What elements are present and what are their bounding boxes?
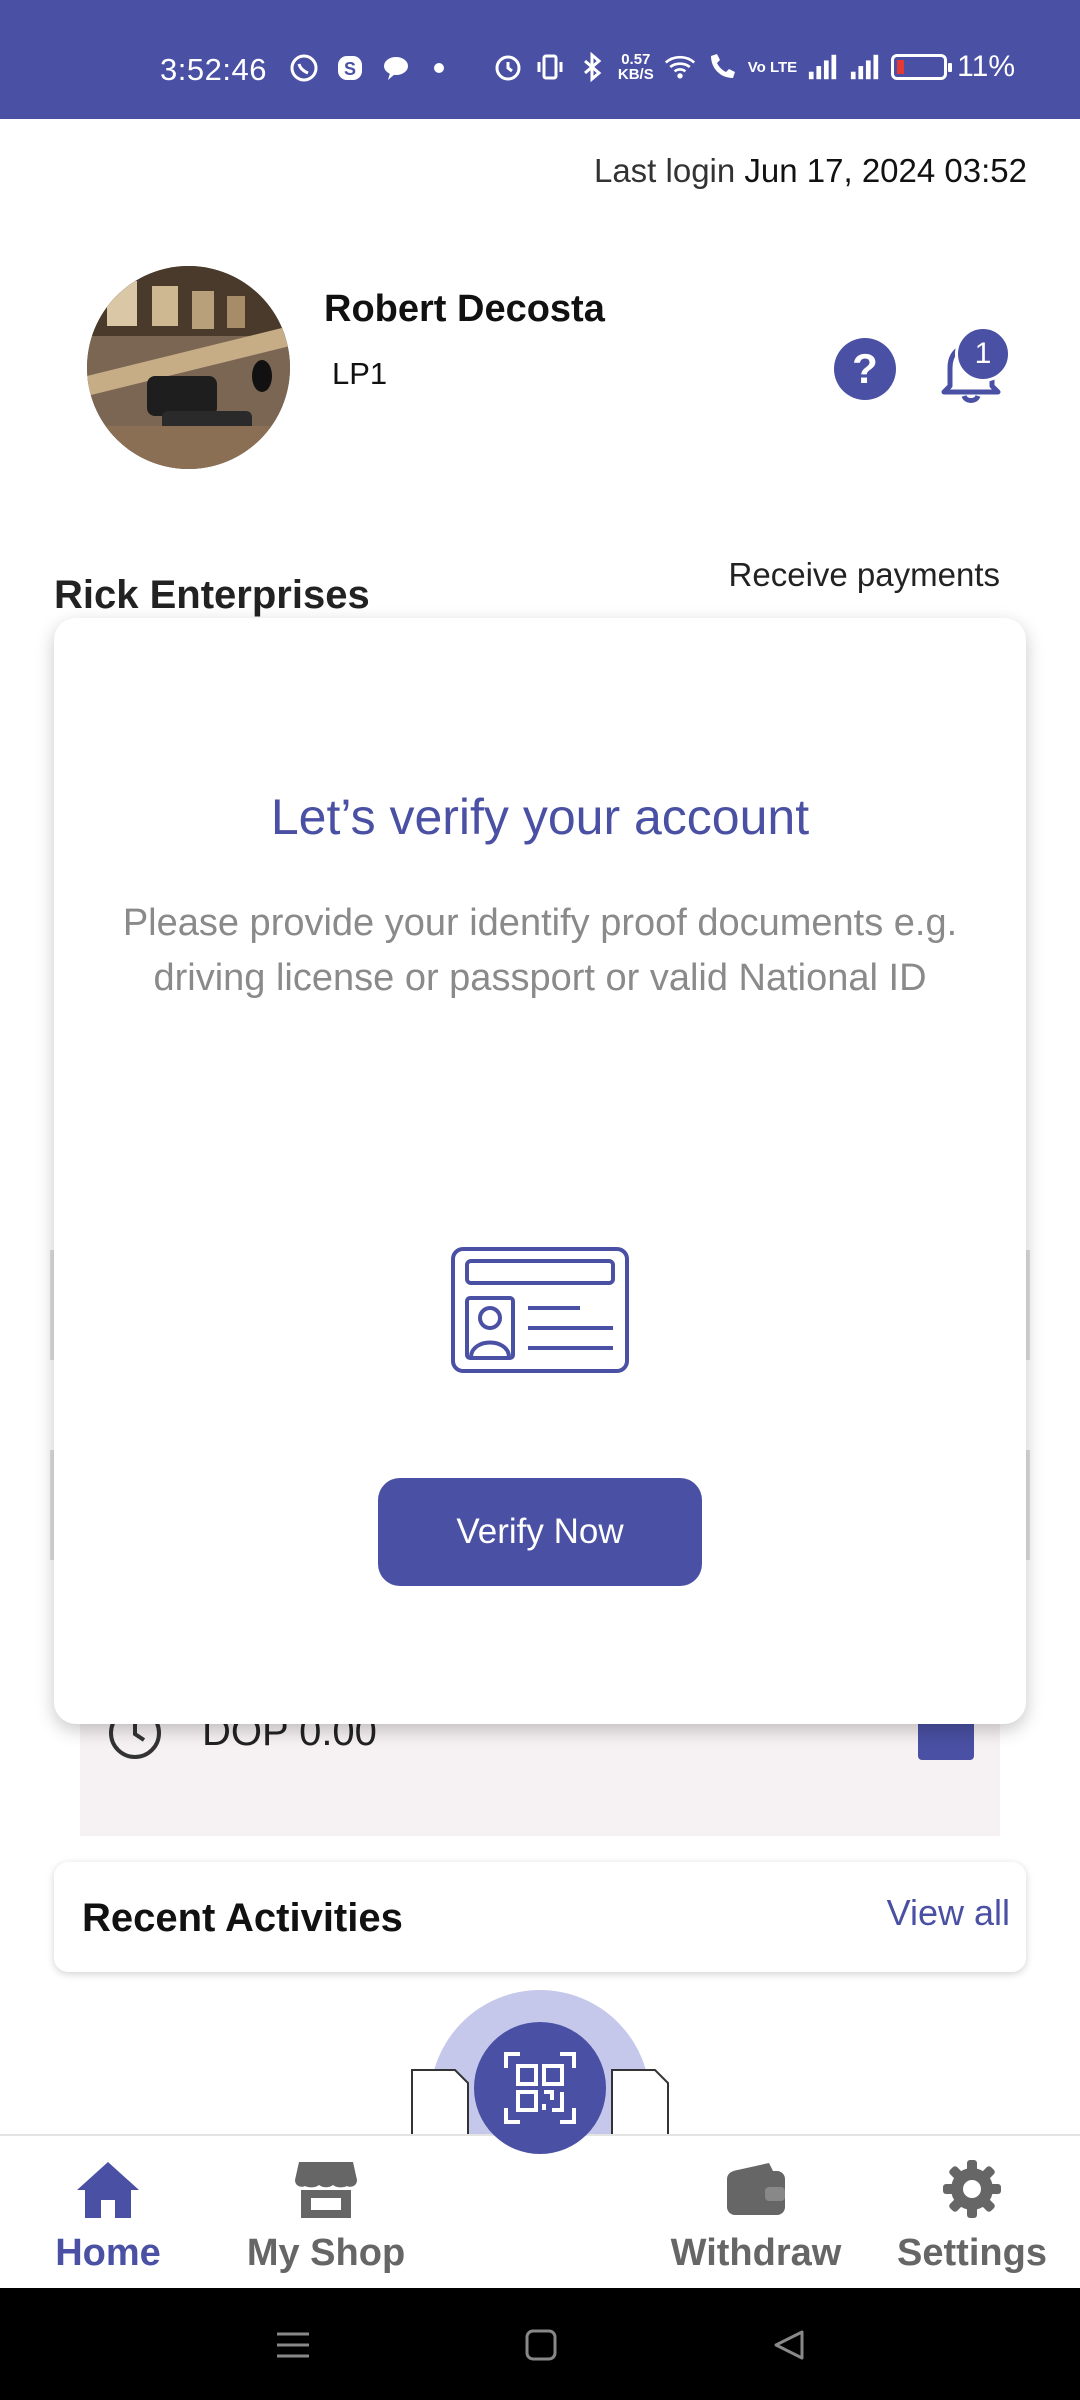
last-login-label: Last login [593, 152, 736, 189]
nav-my-shop-label: My Shop [246, 2232, 406, 2274]
view-all-link[interactable]: View all [887, 1892, 1010, 1934]
home-system-button[interactable] [516, 2320, 566, 2370]
nav-my-shop[interactable]: My Shop [226, 2136, 426, 2290]
recent-activities-card: Recent Activities View all [54, 1862, 1026, 1972]
wallet-icon [721, 2156, 791, 2222]
id-card-icon [450, 1246, 630, 1374]
more-notifications-dot [434, 63, 444, 73]
receive-payments-label[interactable]: Receive payments [729, 556, 1000, 594]
back-button[interactable] [764, 2320, 814, 2370]
verify-now-button[interactable]: Verify Now [378, 1478, 702, 1586]
last-login: Last login Jun 17, 2024 03:52 [594, 152, 1027, 190]
status-system-icons: 0.57 KB/S Vo LTE 11% [492, 50, 1015, 84]
background-card-edge [1026, 1250, 1030, 1360]
bottom-navigation: Home My Shop Withdraw Settings [0, 2134, 1080, 2288]
modal-title: Let’s verify your account [270, 789, 810, 845]
chat-icon [380, 52, 412, 84]
verify-account-modal: Let’s verify your account Please provide… [54, 618, 1026, 1724]
recent-activities-title: Recent Activities [82, 1896, 403, 1940]
user-name: Robert Decosta [324, 288, 605, 330]
status-time: 3:52:46 [160, 52, 267, 87]
battery-level-fill [897, 60, 905, 74]
volte-label: Vo LTE [747, 58, 798, 76]
svg-text:S: S [344, 59, 356, 79]
help-button[interactable]: ? [834, 338, 896, 400]
user-code: LP1 [332, 356, 388, 391]
business-name: Rick Enterprises [54, 573, 370, 617]
vibrate-icon [534, 51, 566, 83]
nav-withdraw[interactable]: Withdraw [656, 2136, 856, 2290]
help-icon: ? [852, 345, 878, 392]
modal-description: Please provide your identify proof docum… [122, 902, 958, 999]
nav-settings-label: Settings [897, 2232, 1047, 2274]
battery-percent: 11% [957, 50, 1015, 83]
signal-icon-2 [849, 51, 881, 83]
bluetooth-icon [576, 51, 608, 83]
qr-code-icon [504, 2052, 576, 2124]
system-navigation-bar [0, 2288, 1080, 2400]
background-card-edge [1026, 1450, 1030, 1560]
wifi-calling-icon [706, 51, 738, 83]
network-speed-unit: KB/S [617, 66, 654, 83]
whatsapp-icon [288, 52, 320, 84]
gear-icon [937, 2156, 1007, 2222]
wifi-icon [664, 51, 696, 83]
battery-icon [891, 54, 953, 80]
avatar[interactable] [87, 266, 290, 469]
home-icon [73, 2156, 143, 2222]
signal-icon [807, 51, 839, 83]
scan-qr-button[interactable] [474, 2022, 606, 2154]
recents-button[interactable] [268, 2320, 318, 2370]
notification-count-badge: 1 [955, 326, 1011, 382]
network-speed: 0.57 KB/S [618, 52, 654, 82]
shop-icon [291, 2156, 361, 2222]
alarm-icon [492, 51, 524, 83]
nav-settings[interactable]: Settings [872, 2136, 1072, 2290]
nav-withdraw-label: Withdraw [670, 2232, 842, 2274]
status-bar: 3:52:46 S 0.57 KB/S Vo LTE 11% [0, 0, 1080, 119]
skype-icon: S [334, 52, 366, 84]
nav-home-label: Home [55, 2232, 161, 2274]
last-login-value: Jun 17, 2024 03:52 [744, 152, 1027, 189]
status-notification-icons: S [288, 52, 452, 84]
nav-home[interactable]: Home [8, 2136, 208, 2290]
